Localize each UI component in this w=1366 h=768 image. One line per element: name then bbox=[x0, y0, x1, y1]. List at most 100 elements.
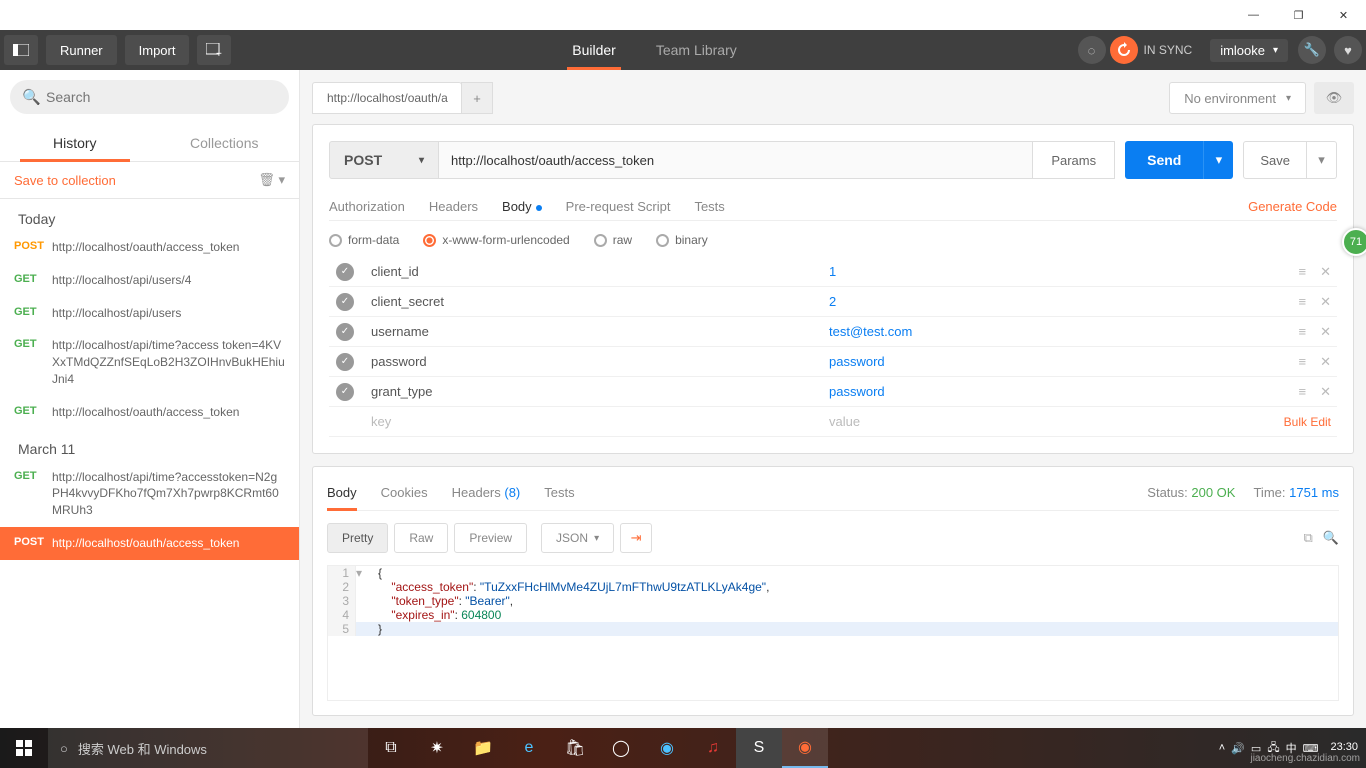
start-button[interactable] bbox=[0, 728, 48, 768]
fold-icon[interactable]: ▾ bbox=[356, 566, 372, 580]
kv-value[interactable]: 2 bbox=[819, 294, 1277, 309]
heart-icon[interactable]: ♥ bbox=[1334, 36, 1362, 64]
cortana-search[interactable]: ○ 搜索 Web 和 Windows bbox=[48, 728, 368, 768]
taskbar-app-1[interactable]: ✷ bbox=[414, 728, 460, 768]
kv-key[interactable]: password bbox=[361, 354, 819, 369]
kv-check[interactable]: ✓ bbox=[329, 263, 361, 281]
taskbar-chrome[interactable]: ◯ bbox=[598, 728, 644, 768]
runner-button[interactable]: Runner bbox=[46, 35, 117, 65]
user-menu[interactable]: imlooke ▾ bbox=[1210, 39, 1288, 62]
generate-code-link[interactable]: Generate Code bbox=[1248, 199, 1337, 214]
response-body-viewer[interactable]: 1▾{2 "access_token": "TuZxxFHcHlMvMe4ZUj… bbox=[327, 565, 1339, 701]
drag-handle-icon[interactable]: ≡ bbox=[1299, 384, 1307, 400]
drag-handle-icon[interactable]: ≡ bbox=[1299, 294, 1307, 310]
subtab-prerequest[interactable]: Pre-request Script bbox=[566, 193, 671, 220]
history-item[interactable]: GEThttp://localhost/api/users/4 bbox=[0, 264, 299, 297]
subtab-tests[interactable]: Tests bbox=[694, 193, 724, 220]
kv-row-empty[interactable]: keyvalue Bulk Edit bbox=[329, 407, 1337, 437]
subtab-headers[interactable]: Headers bbox=[429, 193, 478, 220]
copy-response-button[interactable]: ⧉ bbox=[1304, 530, 1313, 546]
delete-row-icon[interactable]: ✕ bbox=[1320, 354, 1331, 370]
search-response-button[interactable]: 🔍 bbox=[1323, 530, 1339, 546]
body-type-raw[interactable]: raw bbox=[594, 233, 632, 247]
kv-key[interactable]: client_id bbox=[361, 264, 819, 279]
kv-value[interactable]: password bbox=[819, 384, 1277, 399]
tray-volume-icon[interactable]: 🔊 bbox=[1231, 742, 1245, 755]
tray-chevron-up-icon[interactable]: ˄ bbox=[1219, 742, 1225, 754]
bulk-edit-link[interactable]: Bulk Edit bbox=[1284, 415, 1331, 429]
tab-builder[interactable]: Builder bbox=[552, 30, 636, 70]
taskbar-explorer[interactable]: 📁 bbox=[460, 728, 506, 768]
maximize-button[interactable]: ❐ bbox=[1276, 0, 1321, 30]
taskbar-postman[interactable]: ◉ bbox=[782, 728, 828, 768]
kv-key-placeholder[interactable]: key bbox=[361, 414, 819, 429]
view-preview-button[interactable]: Preview bbox=[454, 523, 527, 553]
delete-row-icon[interactable]: ✕ bbox=[1320, 384, 1331, 400]
new-window-button[interactable]: + bbox=[197, 35, 231, 65]
delete-row-icon[interactable]: ✕ bbox=[1320, 264, 1331, 280]
save-dropdown[interactable]: ▾ bbox=[1307, 141, 1337, 179]
sidebar-tab-collections[interactable]: Collections bbox=[150, 124, 300, 161]
kv-value[interactable]: password bbox=[819, 354, 1277, 369]
format-select[interactable]: JSON ▾ bbox=[541, 523, 614, 553]
satellite-icon[interactable]: ◌ bbox=[1078, 36, 1106, 64]
drag-handle-icon[interactable]: ≡ bbox=[1299, 354, 1307, 370]
kv-check[interactable]: ✓ bbox=[329, 383, 361, 401]
search-input[interactable] bbox=[10, 80, 289, 114]
kv-key[interactable]: client_secret bbox=[361, 294, 819, 309]
environment-quicklook-button[interactable]: 👁 bbox=[1314, 82, 1354, 114]
taskbar-store[interactable]: 🛍 bbox=[552, 728, 598, 768]
kv-value[interactable]: test@test.com bbox=[819, 324, 1277, 339]
environment-select[interactable]: No environment ▾ bbox=[1169, 82, 1306, 114]
save-button[interactable]: Save bbox=[1243, 141, 1307, 179]
kv-key[interactable]: grant_type bbox=[361, 384, 819, 399]
subtab-body[interactable]: Body bbox=[502, 193, 542, 220]
minimize-button[interactable]: — bbox=[1231, 0, 1276, 30]
resp-tab-cookies[interactable]: Cookies bbox=[381, 481, 428, 504]
method-select[interactable]: POST ▾ bbox=[329, 141, 439, 179]
sync-icon[interactable] bbox=[1110, 36, 1138, 64]
delete-row-icon[interactable]: ✕ bbox=[1320, 294, 1331, 310]
wrench-icon[interactable]: 🔧 bbox=[1298, 36, 1326, 64]
history-item[interactable]: POSThttp://localhost/oauth/access_token bbox=[0, 231, 299, 264]
kv-value-placeholder[interactable]: value bbox=[819, 414, 1277, 429]
kv-key[interactable]: username bbox=[361, 324, 819, 339]
send-button[interactable]: Send bbox=[1125, 141, 1203, 179]
tab-team-library[interactable]: Team Library bbox=[636, 30, 757, 70]
drag-handle-icon[interactable]: ≡ bbox=[1299, 324, 1307, 340]
params-button[interactable]: Params bbox=[1033, 141, 1115, 179]
history-item[interactable]: POSThttp://localhost/oauth/access_token bbox=[0, 527, 299, 560]
delete-row-icon[interactable]: ✕ bbox=[1320, 324, 1331, 340]
taskbar-netease[interactable]: ♫ bbox=[690, 728, 736, 768]
history-item[interactable]: GEThttp://localhost/api/time?access toke… bbox=[0, 329, 299, 395]
sidebar-tab-history[interactable]: History bbox=[0, 124, 150, 161]
trash-icon[interactable]: 🗑 ▾ bbox=[258, 172, 285, 188]
kv-check[interactable]: ✓ bbox=[329, 323, 361, 341]
taskbar-browser[interactable]: ◉ bbox=[644, 728, 690, 768]
url-input[interactable] bbox=[439, 141, 1033, 179]
kv-check[interactable]: ✓ bbox=[329, 353, 361, 371]
resp-tab-body[interactable]: Body bbox=[327, 481, 357, 504]
view-raw-button[interactable]: Raw bbox=[394, 523, 448, 553]
sidebar-toggle-button[interactable] bbox=[4, 35, 38, 65]
task-view-button[interactable]: ⧉ bbox=[368, 728, 414, 768]
resp-tab-headers[interactable]: Headers (8) bbox=[452, 481, 521, 504]
request-tab[interactable]: http://localhost/oauth/a bbox=[312, 82, 462, 114]
body-type-x-www-form-urlencoded[interactable]: x-www-form-urlencoded bbox=[423, 233, 569, 247]
history-item[interactable]: GEThttp://localhost/api/time?accesstoken… bbox=[0, 461, 299, 527]
save-to-collection-link[interactable]: Save to collection bbox=[14, 173, 116, 188]
drag-handle-icon[interactable]: ≡ bbox=[1299, 264, 1307, 280]
taskbar-edge[interactable]: e bbox=[506, 728, 552, 768]
import-button[interactable]: Import bbox=[125, 35, 190, 65]
edge-badge[interactable]: 71 bbox=[1342, 228, 1366, 256]
kv-value[interactable]: 1 bbox=[819, 264, 1277, 279]
resp-tab-tests[interactable]: Tests bbox=[544, 481, 574, 504]
body-type-form-data[interactable]: form-data bbox=[329, 233, 399, 247]
kv-check[interactable]: ✓ bbox=[329, 293, 361, 311]
close-button[interactable]: ✕ bbox=[1321, 0, 1366, 30]
view-pretty-button[interactable]: Pretty bbox=[327, 523, 388, 553]
history-item[interactable]: GEThttp://localhost/api/users bbox=[0, 297, 299, 330]
add-tab-button[interactable]: + bbox=[461, 82, 493, 114]
body-type-binary[interactable]: binary bbox=[656, 233, 708, 247]
send-dropdown[interactable]: ▾ bbox=[1203, 141, 1233, 179]
